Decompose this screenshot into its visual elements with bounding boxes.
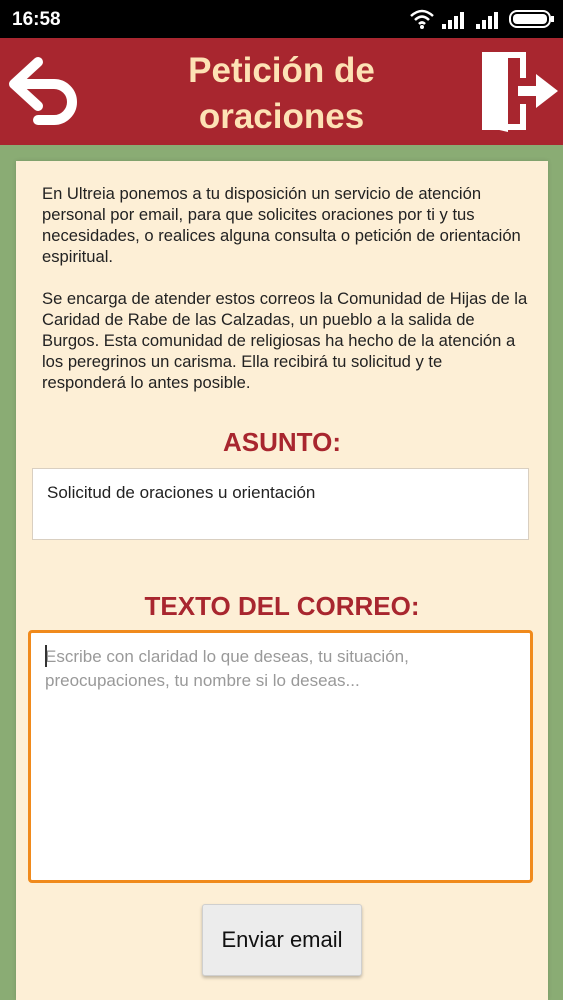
intro-text: En Ultreia ponemos a tu disposición un s…	[42, 183, 528, 414]
status-bar: 16:58	[0, 0, 563, 38]
content-panel: En Ultreia ponemos a tu disposición un s…	[16, 161, 548, 1000]
back-arrow-icon	[9, 57, 77, 125]
exit-button[interactable]	[476, 48, 560, 134]
subject-input[interactable]: Solicitud de oraciones u orientación	[32, 468, 529, 540]
page-title: Petición de oraciones	[188, 51, 375, 136]
status-time: 16:58	[12, 9, 61, 30]
app-bar: Petición de oraciones	[0, 38, 563, 145]
send-email-button[interactable]: Enviar email	[202, 904, 362, 976]
intro-paragraph-1: En Ultreia ponemos a tu disposición un s…	[42, 184, 521, 266]
exit-door-icon	[482, 52, 558, 132]
body-placeholder: Escribe con claridad lo que deseas, tu s…	[45, 647, 409, 690]
body-label: TEXTO DEL CORREO:	[144, 591, 420, 621]
signal-icon-2	[476, 12, 498, 29]
back-button[interactable]	[8, 56, 82, 128]
subject-label: ASUNTO:	[223, 427, 341, 457]
text-caret	[45, 645, 47, 667]
wifi-icon	[410, 9, 434, 29]
body-textarea[interactable]: Escribe con claridad lo que deseas, tu s…	[28, 630, 533, 883]
signal-icon-1	[442, 12, 464, 29]
intro-paragraph-2: Se encarga de atender estos correos la C…	[42, 289, 528, 392]
battery-icon	[509, 10, 554, 28]
